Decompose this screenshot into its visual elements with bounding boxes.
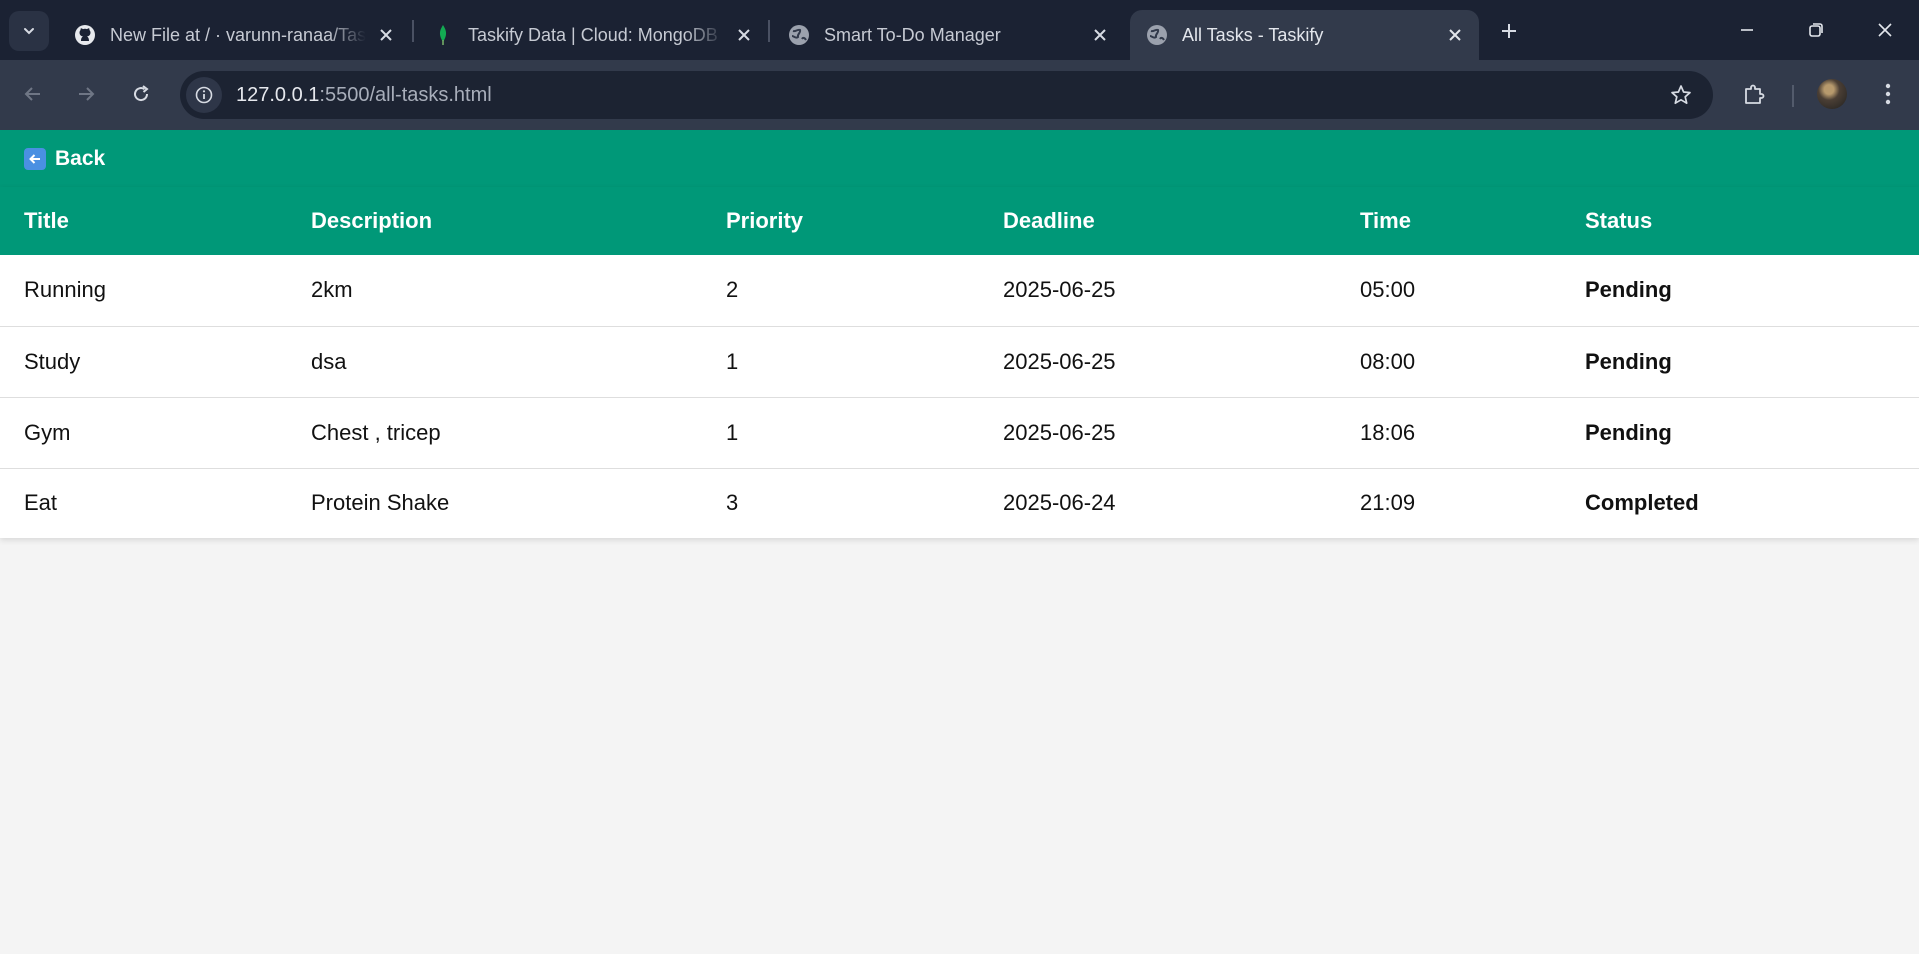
arrow-left-icon (24, 87, 40, 101)
restore-icon (1809, 23, 1823, 37)
browser-tab-strip: New File at / · varunn-ranaa/Taskify Tas… (0, 0, 1919, 60)
close-icon (1878, 23, 1892, 37)
profile-avatar[interactable] (1817, 79, 1847, 109)
tab-search-button[interactable] (9, 11, 49, 51)
task-priority: 1 (702, 397, 979, 469)
table-header-row: Title Description Priority Deadline Time… (0, 187, 1919, 255)
url-host: 127.0.0.1 (236, 83, 320, 106)
task-deadline: 2025-06-25 (979, 326, 1336, 398)
column-header-priority: Priority (702, 187, 979, 255)
tab-github[interactable]: New File at / · varunn-ranaa/Taskify (58, 10, 410, 60)
back-arrow-icon (24, 147, 46, 170)
task-time: 18:06 (1336, 397, 1561, 469)
column-header-deadline: Deadline (979, 187, 1336, 255)
globe-icon (788, 24, 810, 46)
extensions-button[interactable] (1736, 76, 1772, 112)
task-status: Completed (1585, 490, 1699, 516)
page-content: Back Title Description Priority Deadline… (0, 130, 1919, 954)
back-label: Back (55, 146, 106, 170)
puzzle-icon (1745, 84, 1765, 104)
forward-nav-button[interactable] (68, 76, 104, 112)
minimize-icon (1741, 29, 1753, 31)
table-row: Gym Chest , tricep 1 2025-06-25 18:06 Pe… (0, 397, 1919, 469)
browser-menu-button[interactable] (1870, 76, 1906, 112)
column-header-title: Title (0, 187, 287, 255)
task-time: 08:00 (1336, 326, 1561, 398)
task-status: Pending (1561, 326, 1919, 398)
tab-title: Smart To-Do Manager (824, 24, 1001, 45)
restore-button[interactable] (1793, 10, 1839, 50)
task-time: 21:09 (1360, 490, 1416, 516)
reload-button[interactable] (123, 76, 159, 112)
task-deadline: 2025-06-24 (1003, 490, 1116, 516)
site-info-button[interactable] (186, 77, 222, 113)
globe-icon (1146, 24, 1168, 46)
page-top-bar: Back (0, 130, 1919, 187)
task-priority: 2 (702, 255, 979, 327)
tab-mongodb[interactable]: Taskify Data | Cloud: MongoDB Cloud (416, 10, 768, 60)
back-link[interactable]: Back (24, 147, 105, 171)
tab-separator (768, 20, 770, 42)
tab-smart-todo[interactable]: Smart To-Do Manager (772, 10, 1124, 60)
close-tab-icon[interactable] (1086, 21, 1114, 49)
task-title: Study (0, 326, 287, 398)
close-tab-icon[interactable] (1441, 21, 1469, 49)
column-header-time: Time (1336, 187, 1561, 255)
task-priority: 3 (726, 490, 739, 516)
chevron-down-icon (24, 28, 34, 35)
url-text[interactable]: 127.0.0.1:5500/all-tasks.html (236, 84, 492, 107)
github-icon (74, 24, 96, 46)
reload-icon (134, 85, 149, 102)
table-row: Eat Protein Shake 3 2025-06-24 21:09 Com… (0, 468, 1919, 538)
info-icon (195, 86, 213, 104)
arrow-right-icon (79, 87, 95, 101)
bookmark-star-button[interactable] (1667, 81, 1695, 109)
new-tab-button[interactable] (1492, 14, 1526, 48)
task-title: Gym (0, 397, 287, 469)
tab-title: New File at / · varunn-ranaa/Taskify (110, 24, 366, 45)
plus-icon (1502, 24, 1516, 38)
column-header-description: Description (287, 187, 702, 255)
column-header-status: Status (1561, 187, 1919, 255)
mongodb-leaf-icon (432, 24, 454, 46)
task-status: Pending (1561, 397, 1919, 469)
task-description: 2km (287, 255, 702, 327)
url-path: :5500/all-tasks.html (319, 83, 492, 106)
star-icon (1671, 85, 1691, 105)
task-deadline: 2025-06-25 (979, 397, 1336, 469)
minimize-button[interactable] (1724, 10, 1770, 50)
browser-toolbar: 127.0.0.1:5500/all-tasks.html (0, 60, 1919, 130)
close-tab-icon[interactable] (372, 21, 400, 49)
tab-title: Taskify Data | Cloud: MongoDB Cloud (468, 24, 724, 45)
kebab-menu-icon (1885, 83, 1891, 105)
table-row: Study dsa 1 2025-06-25 08:00 Pending (0, 326, 1919, 398)
task-status: Pending (1561, 255, 1919, 327)
back-nav-button[interactable] (15, 76, 51, 112)
toolbar-divider (1792, 85, 1794, 107)
task-deadline: 2025-06-25 (979, 255, 1336, 327)
tab-all-tasks-active[interactable]: All Tasks - Taskify (1130, 10, 1479, 60)
tab-separator (412, 20, 414, 42)
close-tab-icon[interactable] (730, 21, 758, 49)
close-window-button[interactable] (1862, 10, 1908, 50)
task-description: Chest , tricep (287, 397, 702, 469)
task-title: Eat (24, 490, 58, 516)
task-description: dsa (287, 326, 702, 398)
tasks-table: Title Description Priority Deadline Time… (0, 187, 1919, 538)
tab-title: All Tasks - Taskify (1182, 24, 1324, 45)
task-title: Running (0, 255, 287, 327)
task-description: Protein Shake (311, 490, 450, 516)
address-bar[interactable]: 127.0.0.1:5500/all-tasks.html (180, 71, 1713, 119)
task-time: 05:00 (1336, 255, 1561, 327)
table-row: Running 2km 2 2025-06-25 05:00 Pending (0, 255, 1919, 327)
task-priority: 1 (702, 326, 979, 398)
